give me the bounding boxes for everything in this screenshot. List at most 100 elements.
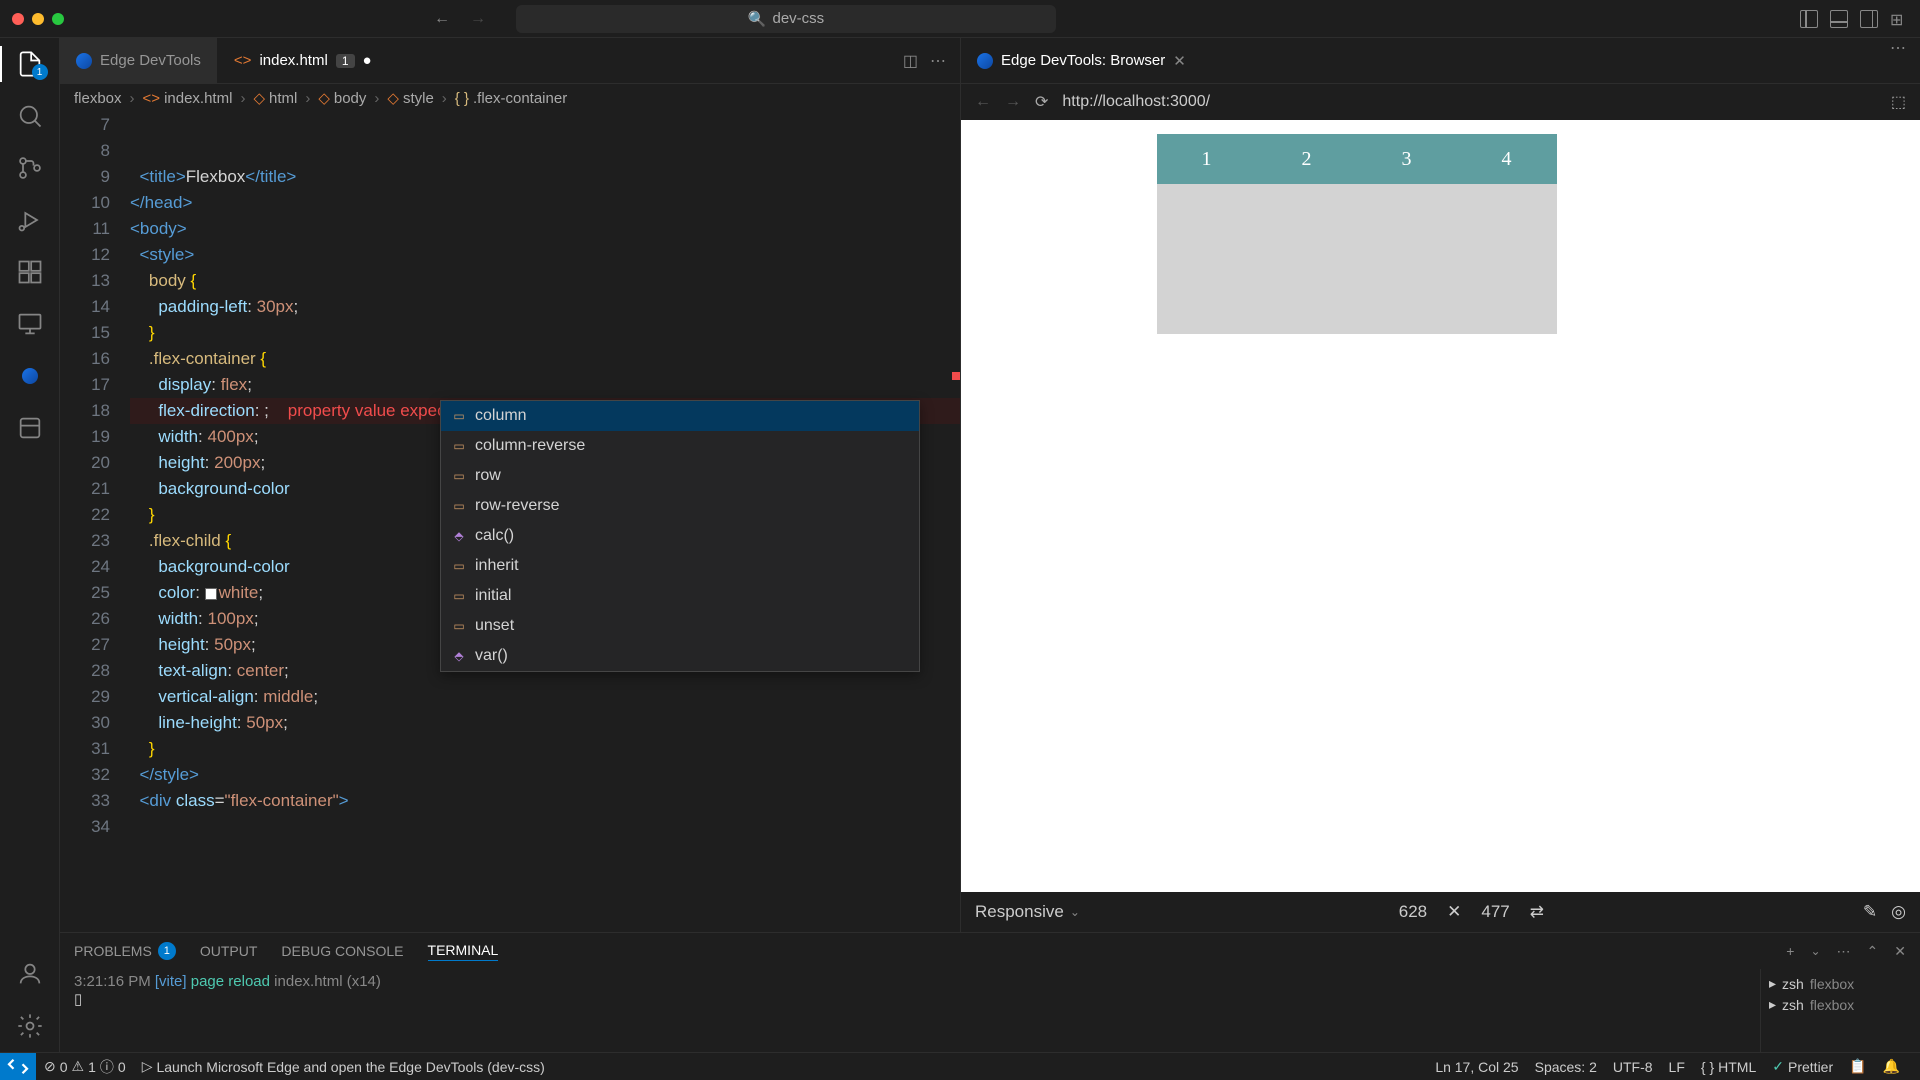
autocomplete-item[interactable]: ▭column-reverse (441, 431, 919, 461)
explorer-icon[interactable]: 1 (16, 50, 44, 78)
autocomplete-item[interactable]: ▭inherit (441, 551, 919, 581)
launch-edge-button[interactable]: ▷ Launch Microsoft Edge and open the Edg… (134, 1053, 553, 1080)
encoding[interactable]: UTF-8 (1605, 1059, 1661, 1075)
tab-debug-console[interactable]: DEBUG CONSOLE (281, 943, 403, 959)
breadcrumb-item[interactable]: ◇ style (387, 89, 433, 107)
browser-reload-icon[interactable]: ⟳ (1035, 92, 1048, 112)
more-actions-icon[interactable]: ⋯ (930, 51, 946, 71)
extensions-icon[interactable] (16, 258, 44, 286)
breadcrumb-item[interactable]: { } .flex-container (455, 90, 567, 107)
toggle-secondary-icon[interactable] (1860, 10, 1878, 28)
terminal-list: ▸ zsh flexbox▸ zsh flexbox (1760, 969, 1920, 1052)
edge-tools-icon[interactable] (16, 362, 44, 390)
breadcrumb-item[interactable]: ◇ body (318, 89, 366, 107)
preview-more-icon[interactable]: ⋯ (1876, 38, 1920, 83)
breadcrumb-item[interactable]: ◇ html (253, 89, 297, 107)
error-icon: ⊘ (44, 1058, 56, 1075)
info-icon: ⓘ (100, 1057, 114, 1077)
breadcrumbs[interactable]: flexbox›<> index.html›◇ html›◇ body›◇ st… (60, 84, 960, 112)
toggle-sidebar-icon[interactable] (1800, 10, 1818, 28)
preview-viewport: 1234 (961, 120, 1920, 892)
tab-browser-preview[interactable]: Edge DevTools: Browser ✕ (961, 38, 1202, 83)
terminal-instance[interactable]: ▸ zsh flexbox (1769, 973, 1912, 994)
errors-warnings[interactable]: ⊘0 ⚠1 ⓘ0 (36, 1053, 134, 1080)
notifications-icon[interactable]: 🔔 (1875, 1058, 1908, 1075)
close-tab-icon[interactable]: ✕ (1173, 52, 1186, 70)
chevron-down-icon: ⌄ (1070, 905, 1080, 919)
browser-forward-icon[interactable]: → (1005, 93, 1021, 111)
tab-index-html[interactable]: <> index.html 1 ● (218, 38, 389, 83)
remote-button[interactable] (0, 1053, 36, 1080)
viewport-height[interactable]: 477 (1481, 902, 1509, 922)
tab-edge-devtools[interactable]: Edge DevTools (60, 38, 218, 83)
feedback-icon[interactable]: 📋 (1841, 1058, 1874, 1075)
autocomplete-item[interactable]: ⬘calc() (441, 521, 919, 551)
nav-forward-icon[interactable]: → (470, 10, 486, 28)
target-icon[interactable]: ◎ (1891, 902, 1906, 922)
autocomplete-item[interactable]: ▭column (441, 401, 919, 431)
times-icon: ✕ (1447, 902, 1461, 922)
breadcrumb-item[interactable]: flexbox (74, 90, 122, 107)
problems-badge: 1 (158, 942, 176, 960)
tab-terminal[interactable]: TERMINAL (428, 942, 499, 961)
autocomplete-popup[interactable]: ▭column▭column-reverse▭row▭row-reverse⬘c… (440, 400, 920, 672)
warning-icon: ⚠ (72, 1058, 85, 1075)
code-editor[interactable]: 7891011121314151617181920212223242526272… (60, 112, 960, 932)
autocomplete-item[interactable]: ▭row (441, 461, 919, 491)
titlebar: ← → 🔍 dev-css ⊞ (0, 0, 1920, 38)
inspect-icon[interactable]: ⬚ (1891, 92, 1906, 112)
breadcrumb-item[interactable]: <> index.html (143, 90, 233, 107)
responsive-dropdown[interactable]: Responsive (975, 902, 1064, 922)
autocomplete-item[interactable]: ▭row-reverse (441, 491, 919, 521)
dimensions-bar: Responsive ⌄ 628 ✕ 477 ⇄ ✎ ◎ (961, 892, 1920, 932)
debug-icon: ▷ (142, 1058, 153, 1075)
source-control-icon[interactable] (16, 154, 44, 182)
accounts-icon[interactable] (16, 960, 44, 988)
autocomplete-item[interactable]: ▭unset (441, 611, 919, 641)
search-activity-icon[interactable] (16, 102, 44, 130)
rotate-icon[interactable]: ⇄ (1530, 902, 1544, 922)
maximize-panel-icon[interactable]: ⌃ (1867, 943, 1879, 960)
minimize-window[interactable] (32, 13, 44, 25)
flex-child-preview: 3 (1357, 134, 1457, 184)
split-editor-icon[interactable]: ◫ (903, 51, 918, 71)
tab-problems[interactable]: PROBLEMS 1 (74, 942, 176, 960)
indentation[interactable]: Spaces: 2 (1527, 1059, 1605, 1075)
url-bar[interactable]: http://localhost:3000/ (1062, 93, 1210, 111)
cursor-position[interactable]: Ln 17, Col 25 (1427, 1059, 1526, 1075)
close-panel-icon[interactable]: ✕ (1894, 943, 1906, 960)
eol[interactable]: LF (1661, 1059, 1693, 1075)
line-numbers: 7891011121314151617181920212223242526272… (60, 112, 130, 932)
terminal-instance[interactable]: ▸ zsh flexbox (1769, 994, 1912, 1015)
prettier-status[interactable]: ✓ Prettier (1764, 1058, 1841, 1075)
nav-arrows: ← → (434, 10, 486, 28)
viewport-width[interactable]: 628 (1399, 902, 1427, 922)
panel-tabs: PROBLEMS 1 OUTPUT DEBUG CONSOLE TERMINAL… (60, 933, 1920, 969)
autocomplete-item[interactable]: ⬘var() (441, 641, 919, 671)
autocomplete-item[interactable]: ▭initial (441, 581, 919, 611)
editor-tabs: Edge DevTools <> index.html 1 ● ◫ ⋯ (60, 38, 960, 84)
terminal-more-icon[interactable]: ⋯ (1837, 943, 1851, 960)
check-icon: ✓ (1772, 1058, 1784, 1075)
misc-icon[interactable] (16, 414, 44, 442)
remote-explorer-icon[interactable] (16, 310, 44, 338)
run-debug-icon[interactable] (16, 206, 44, 234)
close-window[interactable] (12, 13, 24, 25)
toggle-panel-icon[interactable] (1830, 10, 1848, 28)
edit-icon[interactable]: ✎ (1863, 902, 1877, 922)
browser-back-icon[interactable]: ← (975, 93, 991, 111)
customize-layout-icon[interactable]: ⊞ (1890, 10, 1908, 28)
explorer-badge: 1 (32, 64, 48, 80)
window-controls (12, 13, 64, 25)
language-mode[interactable]: { } HTML (1693, 1059, 1764, 1075)
search-icon: 🔍 (748, 10, 767, 28)
nav-back-icon[interactable]: ← (434, 10, 450, 28)
new-terminal-icon[interactable]: + (1786, 943, 1794, 959)
terminal-split-chevron-icon[interactable]: ⌄ (1810, 944, 1820, 958)
command-center[interactable]: 🔍 dev-css (516, 5, 1056, 33)
maximize-window[interactable] (52, 13, 64, 25)
dirty-indicator-icon: ● (363, 52, 372, 69)
settings-icon[interactable] (16, 1012, 44, 1040)
terminal-output[interactable]: 3:21:16 PM [vite] page reload index.html… (60, 969, 1760, 1052)
tab-output[interactable]: OUTPUT (200, 943, 258, 959)
